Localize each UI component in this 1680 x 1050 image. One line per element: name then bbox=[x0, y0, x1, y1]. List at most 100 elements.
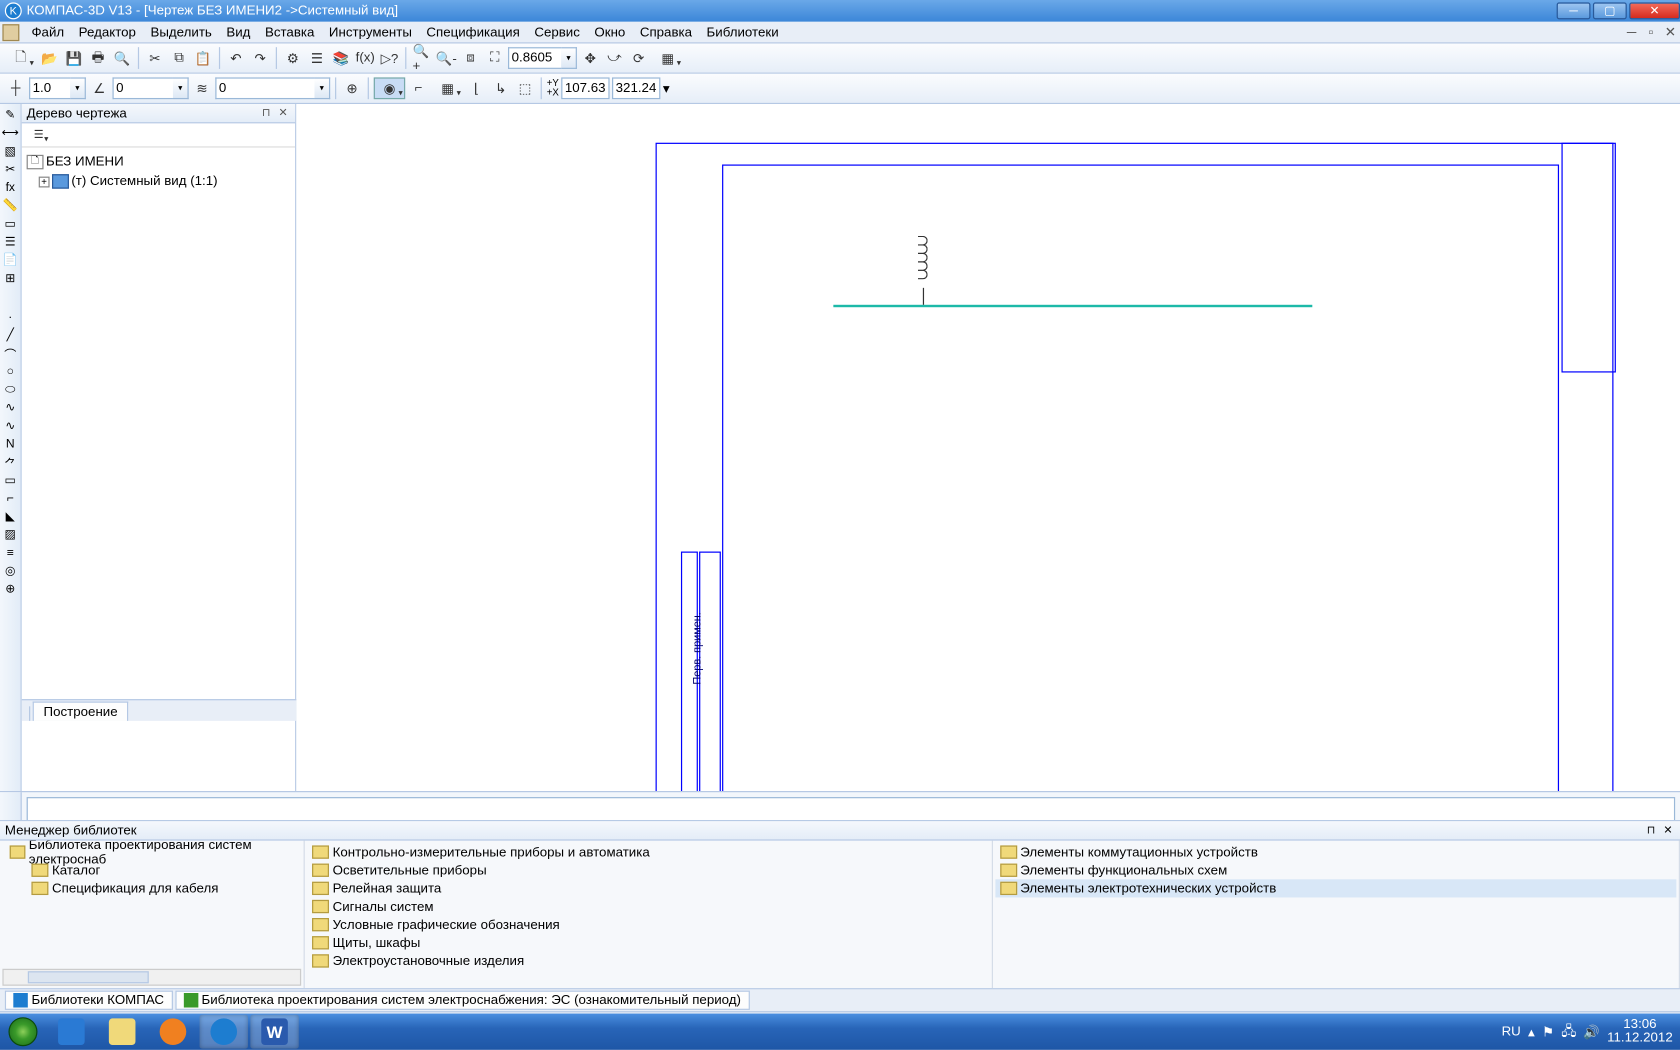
mdi-minimize-button[interactable]: ─ bbox=[1622, 24, 1641, 41]
polyline-icon[interactable]: ⺈ bbox=[2, 454, 19, 471]
task-ie[interactable] bbox=[47, 1015, 95, 1049]
lib-list-1[interactable]: Контрольно-измерительные приборы и автом… bbox=[305, 841, 993, 989]
style-input[interactable] bbox=[215, 77, 314, 99]
render-button[interactable]: ▦ bbox=[652, 47, 683, 69]
lib-item[interactable]: Электроустановочные изделия bbox=[307, 952, 989, 970]
tree-button[interactable]: ☰ bbox=[306, 47, 328, 69]
report-icon[interactable]: 📄 bbox=[2, 252, 19, 269]
vars-button[interactable]: f(x) bbox=[354, 47, 376, 69]
rect-icon[interactable]: ▭ bbox=[2, 472, 19, 489]
window-close-button[interactable]: ✕ bbox=[1629, 2, 1680, 19]
fillet-icon[interactable]: ⌐ bbox=[2, 490, 19, 507]
edit-icon[interactable]: ✂ bbox=[2, 161, 19, 178]
whatsthis-button[interactable]: ▷? bbox=[379, 47, 401, 69]
style-combo[interactable]: ▾ bbox=[215, 77, 330, 99]
dim-icon[interactable]: ⟷ bbox=[2, 125, 19, 142]
ortho-button[interactable]: ⌐ bbox=[408, 77, 430, 99]
redo-button[interactable]: ↷ bbox=[249, 47, 271, 69]
mdi-restore-button[interactable]: ▫ bbox=[1641, 24, 1660, 41]
arc-icon[interactable]: ⌒ bbox=[2, 345, 19, 362]
redraw-button[interactable]: ⟳ bbox=[628, 47, 650, 69]
tray-up-icon[interactable]: ▴ bbox=[1528, 1024, 1535, 1040]
menu-view[interactable]: Вид bbox=[219, 25, 258, 40]
lib-item[interactable]: Контрольно-измерительные приборы и автом… bbox=[307, 843, 989, 861]
measure-icon[interactable]: 📏 bbox=[2, 197, 19, 214]
spec-icon[interactable]: ☰ bbox=[2, 233, 19, 250]
preview-button[interactable]: 🔍 bbox=[111, 47, 133, 69]
zoom-in-button[interactable]: 🔍+ bbox=[411, 47, 433, 69]
print-button[interactable]: 🖶 bbox=[87, 47, 109, 69]
lib-item[interactable]: Элементы электротехнических устройств bbox=[995, 879, 1677, 897]
angle-combo[interactable]: ▾ bbox=[112, 77, 188, 99]
menu-select[interactable]: Выделить bbox=[143, 25, 219, 40]
lib-item[interactable]: Щиты, шкафы bbox=[307, 934, 989, 952]
style-drop-icon[interactable]: ▾ bbox=[314, 77, 330, 99]
step-input[interactable] bbox=[29, 77, 70, 99]
tree-root[interactable]: БЕЗ ИМЕНИ bbox=[46, 155, 124, 170]
undo-button[interactable]: ↶ bbox=[225, 47, 247, 69]
angle-drop-icon[interactable]: ▾ bbox=[173, 77, 189, 99]
menu-tools[interactable]: Инструменты bbox=[322, 25, 419, 40]
tree-child[interactable]: (т) Системный вид (1:1) bbox=[71, 174, 217, 189]
menu-insert[interactable]: Вставка bbox=[258, 25, 322, 40]
cut-button[interactable]: ✂ bbox=[144, 47, 166, 69]
lib-list-2[interactable]: Элементы коммутационных устройствЭлемент… bbox=[992, 841, 1680, 989]
equidist-icon[interactable]: ≡ bbox=[2, 544, 19, 561]
ellipse-icon[interactable]: ⬭ bbox=[2, 381, 19, 398]
save-button[interactable]: 💾 bbox=[63, 47, 85, 69]
start-button[interactable] bbox=[0, 1014, 46, 1050]
localcs-button[interactable]: ⊕ bbox=[341, 77, 363, 99]
lib-tree[interactable]: Библиотека проектирования систем электро… bbox=[0, 841, 305, 989]
tree[interactable]: 🗋 БЕЗ ИМЕНИ + (т) Системный вид (1:1) bbox=[22, 148, 295, 791]
angle-input[interactable] bbox=[112, 77, 172, 99]
lib-item[interactable]: Релейная защита bbox=[307, 879, 989, 897]
param2-icon[interactable]: fx bbox=[2, 179, 19, 196]
zoom-combo[interactable]: ▾ bbox=[508, 47, 577, 69]
coord-x-input[interactable] bbox=[561, 77, 609, 99]
grid-button[interactable]: ▦ bbox=[432, 77, 463, 99]
param-button[interactable]: ⬚ bbox=[514, 77, 536, 99]
menu-help[interactable]: Справка bbox=[633, 25, 700, 40]
step-combo[interactable]: ▾ bbox=[29, 77, 86, 99]
drawing-canvas[interactable]: Перв. примен. bbox=[296, 104, 1680, 791]
coord-drop-icon[interactable]: ▾ bbox=[663, 80, 670, 96]
lib-tab-kompas[interactable]: Библиотеки КОМПАС bbox=[5, 991, 173, 1010]
menu-editor[interactable]: Редактор bbox=[71, 25, 143, 40]
mdi-close-button[interactable]: ✕ bbox=[1661, 24, 1680, 41]
geometry-icon[interactable]: ✎ bbox=[2, 106, 19, 123]
window-maximize-button[interactable]: ▢ bbox=[1593, 2, 1627, 19]
window-minimize-button[interactable]: ─ bbox=[1557, 2, 1591, 19]
tray-flag-icon[interactable]: ⚑ bbox=[1542, 1024, 1554, 1040]
spline-icon[interactable]: ∿ bbox=[2, 399, 19, 416]
menu-spec[interactable]: Спецификация bbox=[419, 25, 527, 40]
task-kompas[interactable] bbox=[200, 1015, 248, 1049]
menu-service[interactable]: Сервис bbox=[527, 25, 587, 40]
tree-mode-button[interactable]: ☰ bbox=[27, 125, 51, 144]
menu-window[interactable]: Окно bbox=[587, 25, 632, 40]
select-icon[interactable]: ▭ bbox=[2, 215, 19, 232]
tray-vol-icon[interactable]: 🔊 bbox=[1583, 1024, 1600, 1040]
chamfer-icon[interactable]: ◣ bbox=[2, 508, 19, 525]
lib-tab-elec[interactable]: Библиотека проектирования систем электро… bbox=[175, 991, 750, 1010]
zoom-window-button[interactable]: ⧈ bbox=[460, 47, 482, 69]
expand-icon[interactable]: + bbox=[39, 176, 50, 187]
task-explorer[interactable] bbox=[98, 1015, 146, 1049]
round-button[interactable]: ⌊ bbox=[466, 77, 488, 99]
zoom-dropdown-icon[interactable]: ▾ bbox=[561, 47, 577, 69]
point-icon[interactable]: · bbox=[2, 308, 19, 325]
task-word[interactable]: W bbox=[250, 1015, 298, 1049]
props-button[interactable]: ⚙ bbox=[282, 47, 304, 69]
menu-file[interactable]: Файл bbox=[24, 25, 71, 40]
copy-button[interactable]: ⧉ bbox=[168, 47, 190, 69]
nurbs-icon[interactable]: N bbox=[2, 435, 19, 452]
coord-y-input[interactable] bbox=[612, 77, 660, 99]
line-icon[interactable]: ╱ bbox=[2, 327, 19, 344]
snap-button[interactable]: ◉ bbox=[374, 77, 405, 99]
tray-lang[interactable]: RU bbox=[1502, 1024, 1521, 1039]
new-button[interactable]: 🗋 bbox=[5, 47, 36, 69]
hatch-icon[interactable]: ▨ bbox=[2, 526, 19, 543]
pan-button[interactable]: ✥ bbox=[579, 47, 601, 69]
libmgr-close-button[interactable]: ✕ bbox=[1661, 823, 1676, 838]
lib-item[interactable]: Сигналы систем bbox=[307, 897, 989, 915]
tree-pin-button[interactable]: ⊓ bbox=[259, 106, 274, 121]
